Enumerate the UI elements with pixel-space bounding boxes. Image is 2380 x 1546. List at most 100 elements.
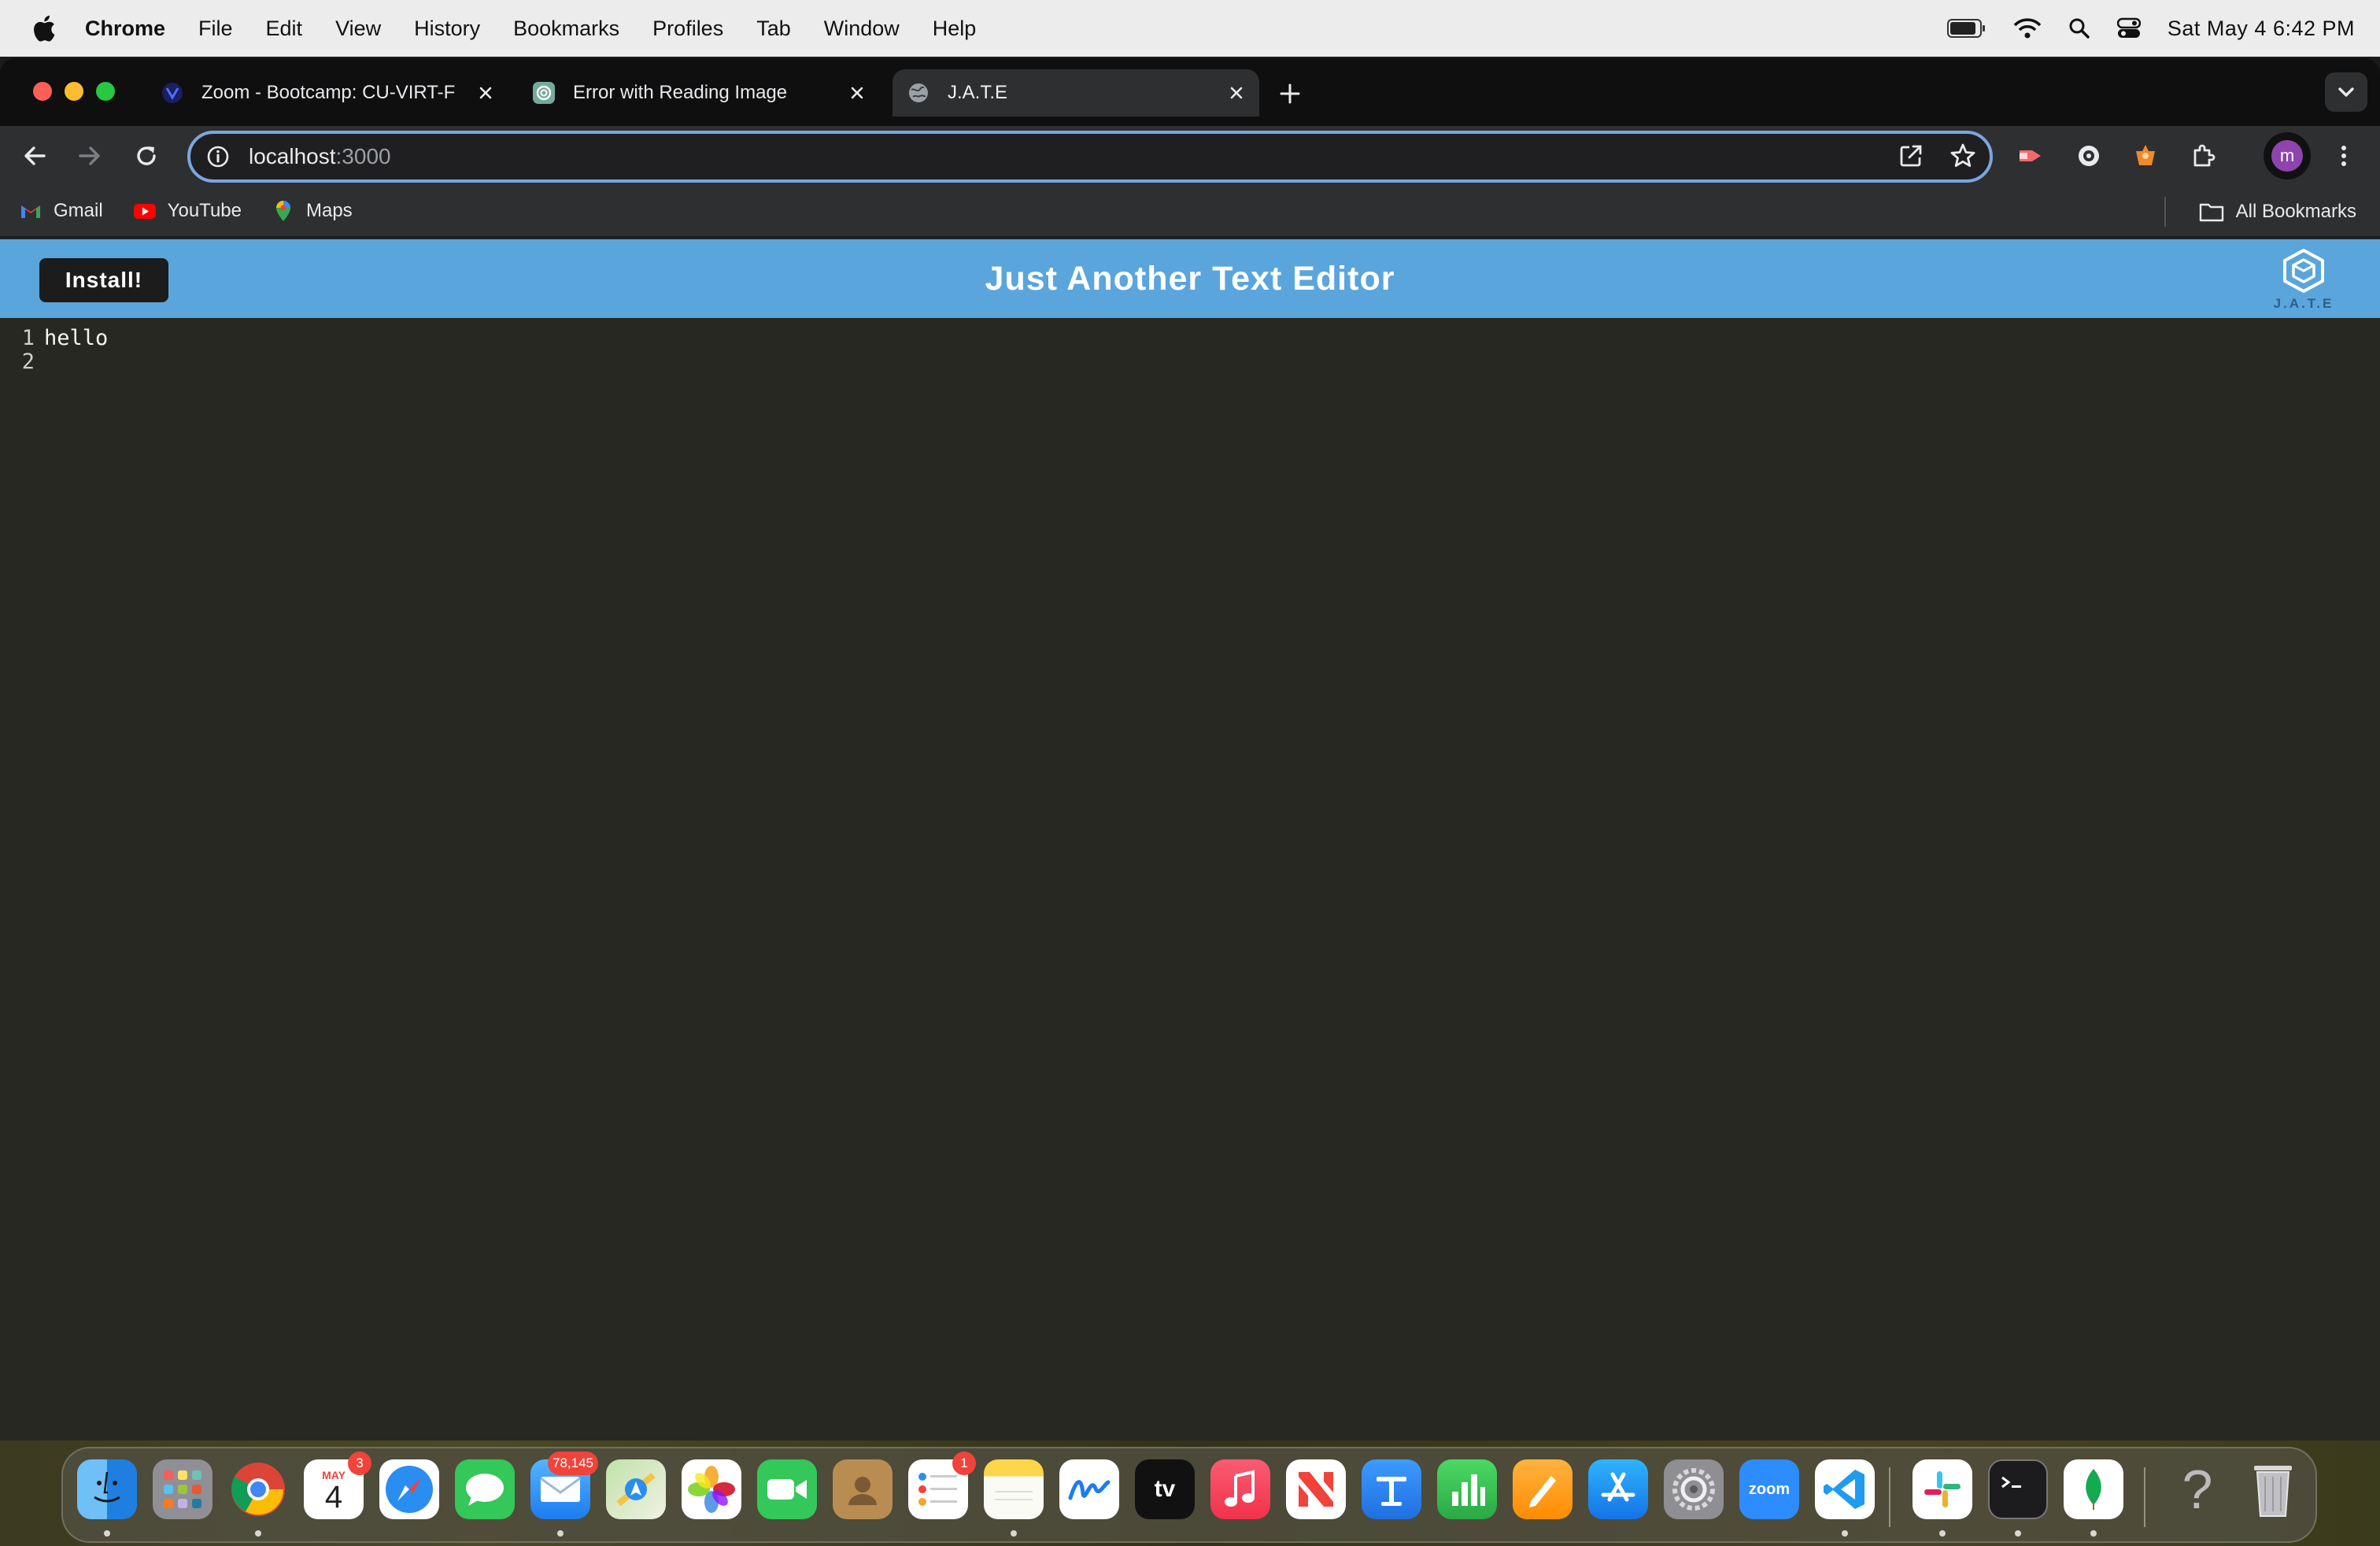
app-store-icon[interactable] [1588, 1459, 1648, 1519]
mail-icon[interactable]: 78,145 [530, 1452, 598, 1519]
bookmark-star-icon[interactable] [1949, 142, 1977, 170]
menubar-clock[interactable]: Sat May 4 6:42 PM [2168, 17, 2355, 41]
reminders-badge: 1 [952, 1452, 976, 1475]
facetime-icon[interactable] [757, 1459, 817, 1519]
gmail-icon [21, 205, 40, 218]
menu-window[interactable]: Window [824, 17, 900, 41]
close-icon[interactable] [845, 81, 869, 105]
app-grid-icon [164, 1470, 201, 1508]
back-arrow-icon[interactable] [20, 142, 49, 170]
reminders-icon[interactable]: 1 [908, 1452, 976, 1519]
pages-icon[interactable] [1513, 1459, 1572, 1519]
news-icon[interactable] [1286, 1459, 1346, 1519]
running-indicator [255, 1530, 261, 1537]
chrome-dock-icon[interactable] [228, 1459, 288, 1519]
browser-toolbar: localhost:3000 m [0, 126, 2380, 186]
freeform-icon[interactable] [1059, 1459, 1119, 1519]
folder-icon [2199, 203, 2223, 222]
menu-profiles[interactable]: Profiles [652, 17, 723, 41]
url-text[interactable]: localhost:3000 [249, 144, 391, 169]
trash-icon[interactable] [2243, 1459, 2303, 1519]
avatar: m [2271, 140, 2303, 172]
line-number: 2 [21, 350, 35, 374]
menu-history[interactable]: History [414, 17, 480, 41]
mongodb-compass-icon[interactable] [2064, 1459, 2123, 1519]
menu-app-chrome[interactable]: Chrome [85, 17, 165, 41]
bookmark-gmail[interactable]: Gmail [19, 199, 103, 223]
menu-edit[interactable]: Edit [266, 17, 303, 41]
spotlight-search-icon[interactable] [2068, 17, 2090, 39]
close-icon[interactable] [474, 81, 497, 105]
zoom-label: zoom [1748, 1480, 1791, 1498]
menu-bookmarks[interactable]: Bookmarks [513, 17, 619, 41]
code-editor[interactable]: 1 hello 2 [0, 318, 2380, 1429]
podium-icon [1377, 1477, 1406, 1506]
editor-line[interactable]: 2 [0, 350, 44, 375]
cube-logo-icon [2283, 249, 2324, 293]
battery-icon[interactable] [1946, 18, 1986, 39]
screen-recorder-extension-icon[interactable] [2016, 142, 2045, 170]
line-text[interactable]: hello [44, 326, 108, 351]
notes-icon[interactable] [984, 1459, 1044, 1519]
map-arrow-icon [616, 1472, 656, 1507]
trash-can-icon [2254, 1466, 2292, 1517]
bookmarks-bar: Gmail YouTube Maps All Bookmarks [0, 186, 2380, 238]
messages-icon[interactable] [455, 1459, 515, 1519]
menu-view[interactable]: View [335, 17, 381, 41]
editor-line[interactable]: 1 hello [0, 326, 109, 351]
mail-badge: 78,145 [548, 1452, 598, 1475]
vscode-icon[interactable] [1815, 1459, 1875, 1519]
menu-tab[interactable]: Tab [756, 17, 791, 41]
tab-search-button[interactable] [2325, 72, 2367, 112]
profile-avatar-button[interactable]: m [2264, 132, 2311, 179]
envelope-icon [540, 1477, 581, 1502]
calendar-icon[interactable]: MAY 4 3 [304, 1452, 371, 1519]
wifi-icon[interactable] [2013, 17, 2042, 39]
extension-circle-icon[interactable] [2075, 142, 2103, 170]
site-info-icon[interactable] [205, 143, 231, 170]
zoom-dock-icon[interactable]: zoom [1739, 1459, 1799, 1519]
tab-zoom[interactable]: Zoom - Bootcamp: CU-VIRT-F [146, 69, 508, 117]
open-in-app-icon[interactable] [1897, 142, 1925, 170]
maps-dock-icon[interactable] [606, 1459, 666, 1519]
keynote-icon[interactable] [1362, 1459, 1421, 1519]
terminal-icon[interactable] [1988, 1459, 2048, 1519]
control-center-icon[interactable] [2116, 17, 2141, 39]
extensions-puzzle-icon[interactable] [2190, 142, 2218, 170]
tab-jate[interactable]: J.A.T.E [893, 69, 1259, 117]
window-close-button[interactable] [33, 82, 52, 101]
window-zoom-button[interactable] [96, 82, 115, 101]
menu-help[interactable]: Help [933, 17, 977, 41]
tab-error-with-reading-image[interactable]: Error with Reading Image [518, 69, 880, 117]
apple-tv-icon[interactable]: tv [1135, 1459, 1195, 1519]
apple-logo-icon[interactable] [30, 13, 57, 43]
more-menu-icon[interactable] [2330, 142, 2358, 170]
address-bar[interactable]: localhost:3000 [187, 131, 1993, 183]
safari-icon[interactable] [379, 1459, 439, 1519]
launchpad-icon[interactable] [153, 1459, 213, 1519]
bookmark-maps[interactable]: Maps [272, 199, 353, 223]
forward-arrow-icon[interactable] [76, 142, 104, 170]
close-icon[interactable] [1225, 81, 1248, 105]
new-tab-plus-icon[interactable] [1277, 80, 1303, 107]
photos-flower-icon [688, 1466, 735, 1513]
reload-icon[interactable] [132, 142, 161, 170]
bookmark-youtube[interactable]: YouTube [133, 199, 242, 223]
pen-icon [1529, 1476, 1556, 1507]
macos-menubar: Chrome File Edit View History Bookmarks … [0, 0, 2380, 57]
music-icon[interactable] [1210, 1459, 1270, 1519]
url-host: localhost [249, 144, 336, 168]
all-bookmarks-button[interactable]: All Bookmarks [2198, 186, 2356, 238]
extension-fox-icon[interactable] [2131, 142, 2160, 170]
terminal-prompt-icon [2001, 1476, 2021, 1489]
window-minimize-button[interactable] [65, 82, 83, 101]
menu-file[interactable]: File [198, 17, 233, 41]
finder-icon[interactable] [77, 1459, 137, 1519]
numbers-icon[interactable] [1437, 1459, 1497, 1519]
contacts-icon[interactable] [833, 1459, 893, 1519]
slack-icon[interactable] [1913, 1459, 1972, 1519]
system-settings-icon[interactable] [1664, 1459, 1724, 1519]
dock-divider [2144, 1467, 2145, 1527]
question-mark-icon[interactable]: ? [2168, 1459, 2227, 1520]
photos-icon[interactable] [682, 1459, 741, 1519]
